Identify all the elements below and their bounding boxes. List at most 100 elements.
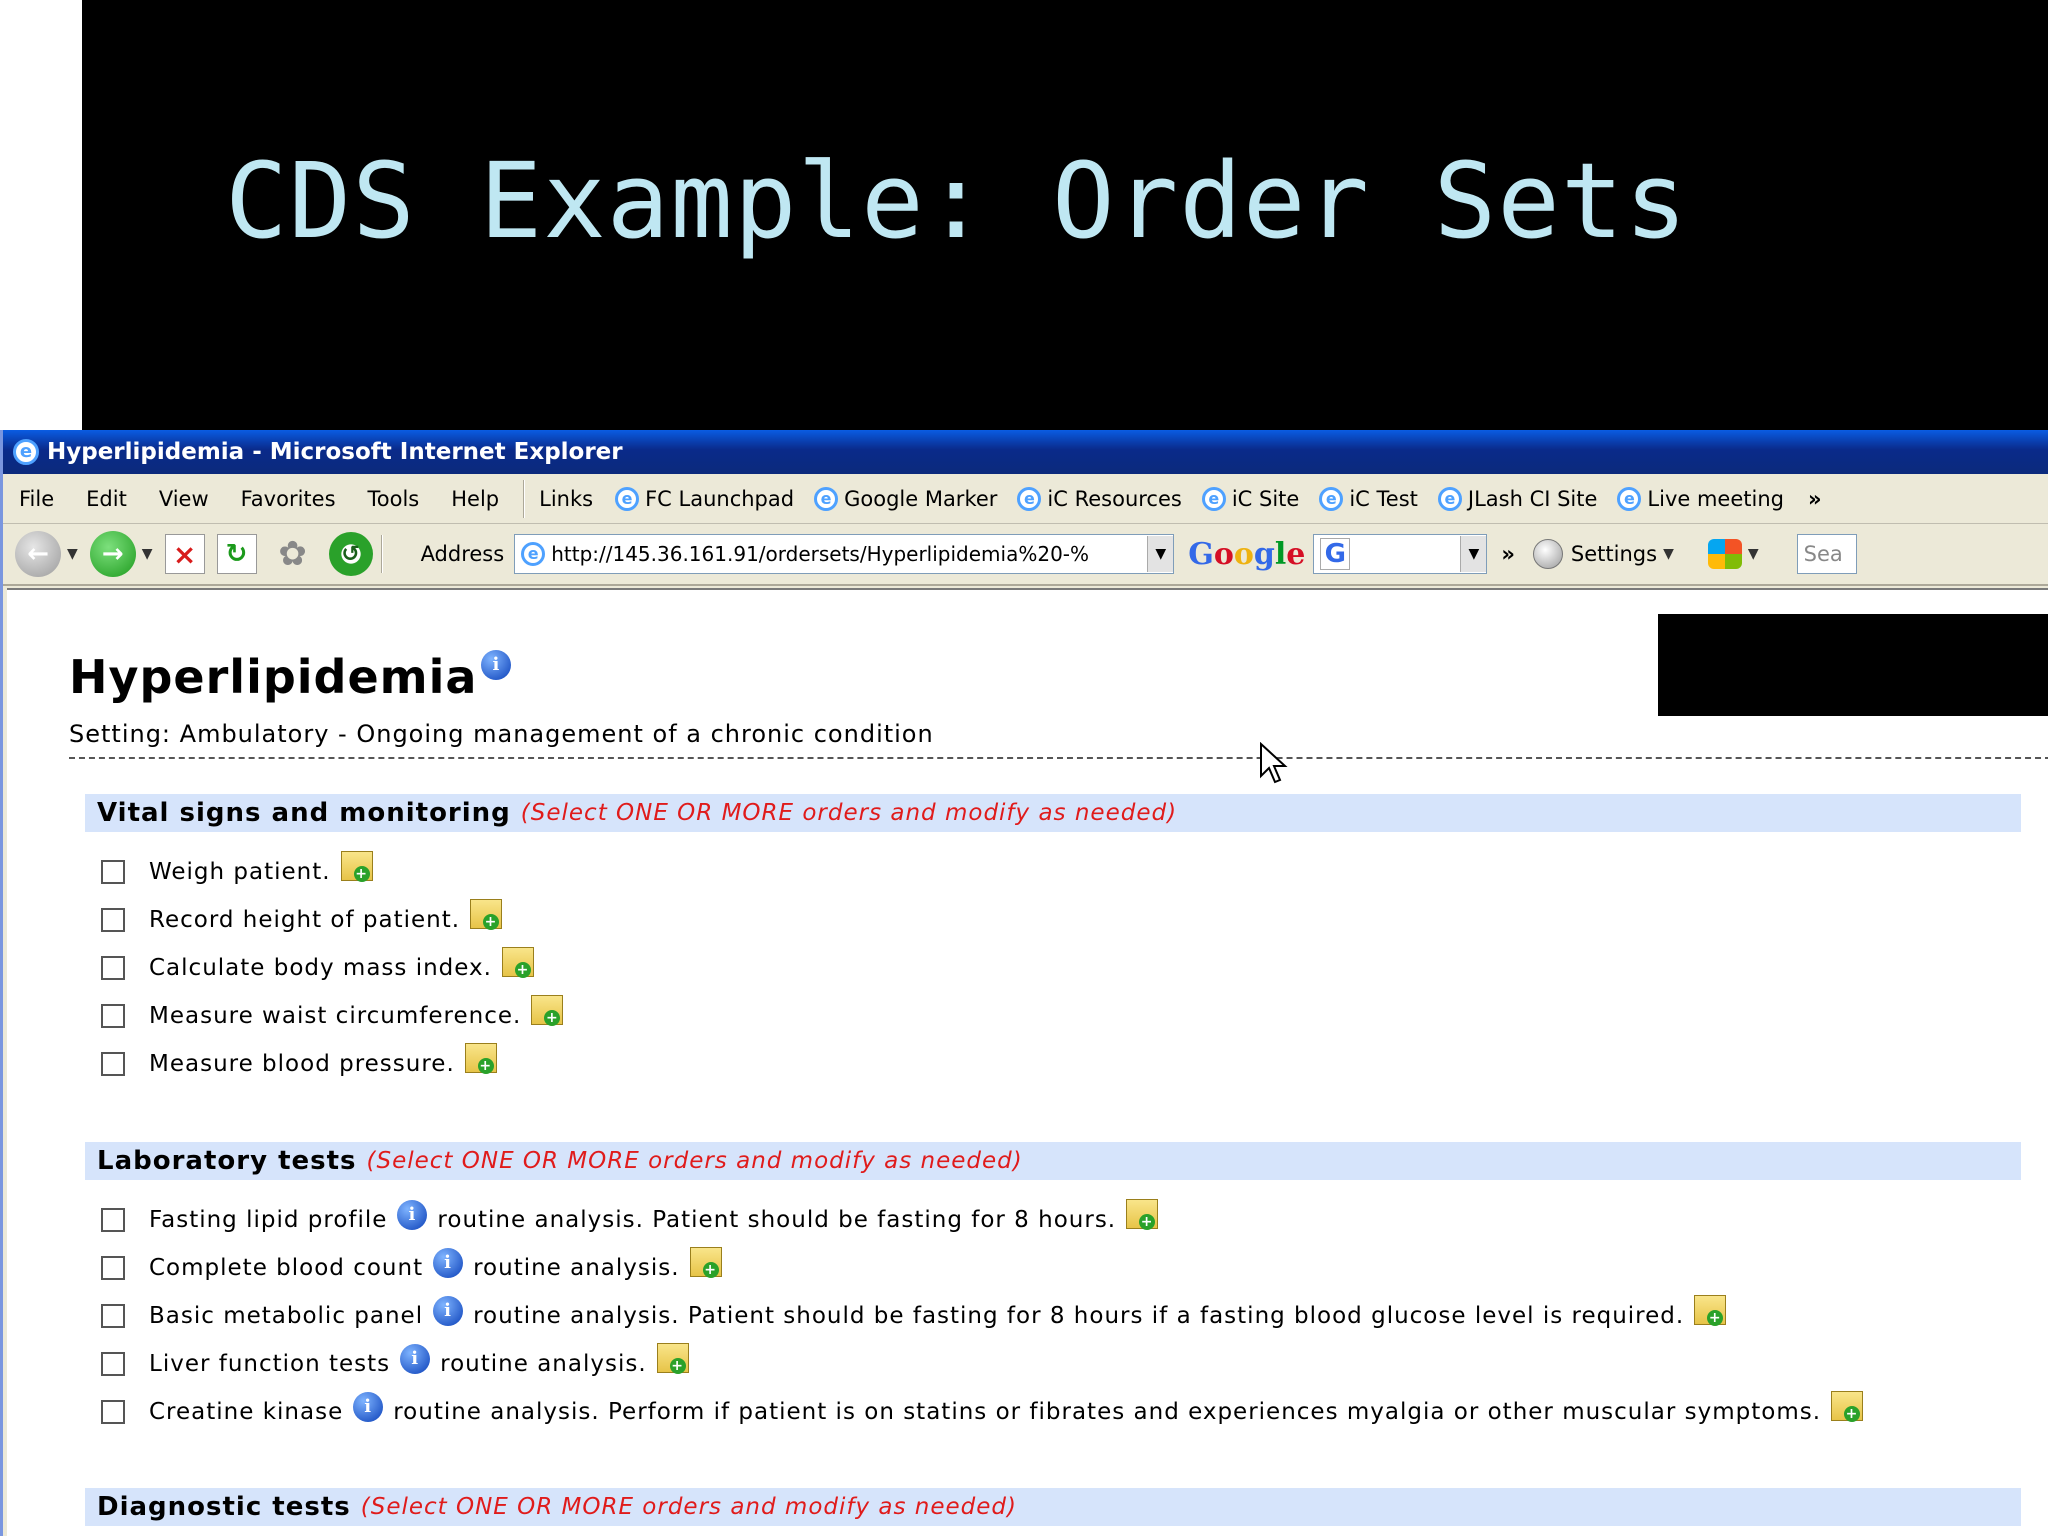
search-input[interactable]: Sea — [1796, 534, 1857, 574]
add-note-icon[interactable] — [689, 1247, 722, 1278]
refresh-button[interactable]: ↻ — [216, 534, 257, 574]
link-label: iC Resources — [1047, 486, 1182, 511]
menu-tools[interactable]: Tools — [352, 487, 436, 511]
add-note-icon[interactable] — [1694, 1295, 1727, 1326]
link-live-meeting[interactable]: e Live meeting — [1607, 486, 1794, 511]
add-note-icon[interactable] — [656, 1343, 689, 1374]
google-g-icon: G — [1320, 538, 1351, 570]
stop-button[interactable]: × — [164, 534, 205, 574]
browser-window: e Hyperlipidemia - Microsoft Internet Ex… — [0, 430, 2048, 1536]
order-checkbox[interactable] — [101, 956, 125, 980]
section-title: Vital signs and monitoring — [97, 798, 511, 828]
info-icon[interactable]: i — [433, 1248, 464, 1278]
menu-bar: File Edit View Favorites Tools Help Link… — [3, 474, 2048, 524]
google-logo: Google — [1188, 536, 1306, 572]
order-detail: routine analysis. Patient should be fast… — [473, 1303, 1685, 1329]
add-note-icon[interactable] — [501, 947, 534, 978]
order-checkbox[interactable] — [101, 860, 125, 884]
info-icon[interactable]: i — [353, 1392, 384, 1422]
menu-favorites[interactable]: Favorites — [225, 487, 352, 511]
order-checkbox[interactable] — [101, 1208, 125, 1232]
ie-page-icon: e — [1319, 486, 1344, 511]
info-icon[interactable]: i — [481, 650, 512, 680]
order-detail: routine analysis. — [473, 1255, 680, 1281]
order-checkbox[interactable] — [101, 1352, 125, 1376]
info-icon[interactable]: i — [433, 1296, 464, 1326]
section-hint: (Select ONE OR MORE orders and modify as… — [360, 1494, 1017, 1520]
link-fc-launchpad[interactable]: e FC Launchpad — [605, 486, 804, 511]
add-note-icon[interactable] — [464, 1043, 497, 1074]
order-name: Fasting lipid profile — [149, 1207, 388, 1233]
settings-icon — [1532, 539, 1563, 569]
link-label: iC Site — [1231, 486, 1300, 511]
order-detail: routine analysis. Patient should be fast… — [437, 1207, 1117, 1233]
order-item: Complete blood count i routine analysis. — [101, 1247, 722, 1288]
link-label: Live meeting — [1647, 486, 1784, 511]
windows-logo-icon[interactable] — [1707, 539, 1742, 569]
section-hint: (Select ONE OR MORE orders and modify as… — [520, 800, 1178, 826]
window-titlebar: e Hyperlipidemia - Microsoft Internet Ex… — [3, 430, 2048, 474]
back-button[interactable]: ← — [15, 531, 61, 577]
order-checkbox[interactable] — [101, 1052, 125, 1076]
order-checkbox[interactable] — [101, 1004, 125, 1028]
link-jlash-ci-site[interactable]: e JLash CI Site — [1428, 486, 1608, 511]
order-checkbox[interactable] — [101, 1304, 125, 1328]
section-diagnostic-tests: Diagnostic tests (Select ONE OR MORE ord… — [85, 1488, 2021, 1526]
slide-title: CDS Example: Order Sets — [225, 140, 1689, 262]
menu-edit[interactable]: Edit — [70, 487, 143, 511]
link-ic-resources[interactable]: e iC Resources — [1007, 486, 1191, 511]
order-item: Calculate body mass index. — [101, 947, 534, 988]
order-item: Basic metabolic panel i routine analysis. … — [101, 1295, 1727, 1336]
link-google-marker[interactable]: e Google Marker — [804, 486, 1007, 511]
order-item: Weigh patient. — [101, 851, 373, 892]
address-dropdown-icon[interactable]: ▼ — [1147, 536, 1174, 572]
history-icon[interactable]: ↺ — [328, 532, 373, 576]
toolbar-separator — [380, 535, 383, 573]
order-text: Measure waist circumference. — [149, 1003, 522, 1029]
home-icon[interactable]: ✿ — [269, 530, 317, 578]
settings-button[interactable]: Settings ▼ — [1515, 539, 1674, 569]
order-checkbox[interactable] — [101, 908, 125, 932]
page-title-text: Hyperlipidemia — [69, 650, 478, 704]
link-ic-test[interactable]: e iC Test — [1309, 486, 1428, 511]
link-label: iC Test — [1349, 486, 1418, 511]
forward-button[interactable]: → — [89, 531, 136, 577]
section-title: Laboratory tests — [97, 1146, 357, 1176]
ie-page-icon: e — [1437, 486, 1462, 511]
back-dropdown-icon[interactable]: ▼ — [67, 546, 78, 562]
toolbar-overflow-icon[interactable]: » — [1501, 542, 1515, 566]
order-item: Liver function tests i routine analysis. — [101, 1343, 689, 1384]
order-checkbox[interactable] — [101, 1400, 125, 1424]
link-label: Google Marker — [844, 486, 998, 511]
add-note-icon[interactable] — [1831, 1391, 1864, 1422]
order-text: Measure blood pressure. — [149, 1051, 455, 1077]
links-overflow-icon[interactable]: » — [1808, 487, 1822, 511]
menu-view[interactable]: View — [143, 487, 225, 511]
order-checkbox[interactable] — [101, 1256, 125, 1280]
info-icon[interactable]: i — [400, 1344, 431, 1374]
menu-help[interactable]: Help — [435, 487, 515, 511]
section-vital-signs: Vital signs and monitoring (Select ONE O… — [85, 794, 2021, 832]
ie-icon: e — [13, 439, 39, 465]
page-content: Hyperlipidemia i Setting: Ambulatory - On… — [7, 588, 2048, 1536]
forward-dropdown-icon[interactable]: ▼ — [142, 546, 153, 562]
menu-file[interactable]: File — [3, 487, 70, 511]
google-dropdown-icon[interactable]: ▼ — [1460, 536, 1487, 572]
info-icon[interactable]: i — [397, 1200, 428, 1230]
order-name: Creatine kinase — [149, 1399, 344, 1425]
order-name: Liver function tests — [149, 1351, 391, 1377]
address-input[interactable]: e http://145.36.161.91/ordersets/Hyperli… — [514, 534, 1175, 574]
add-note-icon[interactable] — [1126, 1199, 1159, 1230]
link-ic-site[interactable]: e iC Site — [1192, 486, 1310, 511]
links-label: Links — [539, 486, 594, 511]
order-detail: routine analysis. — [440, 1351, 647, 1377]
section-hint: (Select ONE OR MORE orders and modify as… — [366, 1148, 1023, 1174]
google-search-input[interactable]: G ▼ — [1313, 534, 1488, 574]
add-note-icon[interactable] — [470, 899, 503, 930]
link-label: FC Launchpad — [645, 486, 795, 511]
windows-dropdown-icon[interactable]: ▼ — [1748, 546, 1759, 562]
page-title: Hyperlipidemia i — [69, 650, 512, 704]
add-note-icon[interactable] — [340, 851, 373, 882]
order-item: Creatine kinase i routine analysis. Perfor… — [101, 1391, 1864, 1432]
add-note-icon[interactable] — [531, 995, 564, 1026]
